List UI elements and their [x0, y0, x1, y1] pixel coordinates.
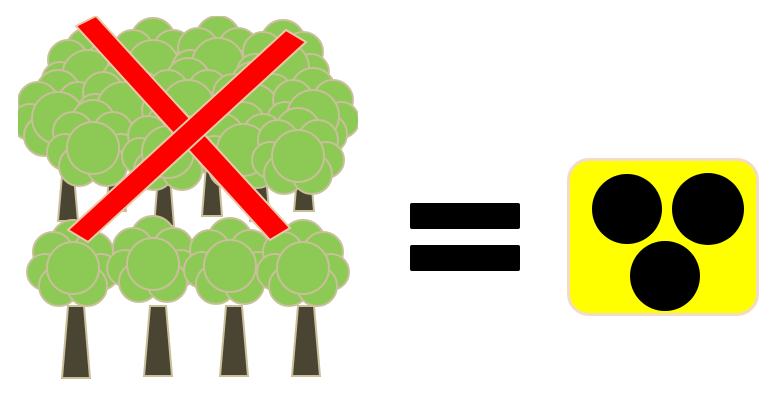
sign-dot-bottom [630, 241, 700, 311]
forest-icon [18, 16, 358, 379]
sign-dot-top-left [592, 174, 662, 244]
equals-bar-bottom [410, 245, 520, 271]
blind-person-sign-icon [567, 158, 759, 316]
front-trees [26, 215, 350, 379]
equals-sign-icon [410, 203, 522, 273]
sign-dot-top-right [672, 173, 744, 245]
illustration-scene [0, 0, 780, 404]
equals-bar-top [410, 203, 520, 229]
back-tree-crowns [18, 16, 358, 195]
front-tree-trunks [60, 305, 322, 379]
